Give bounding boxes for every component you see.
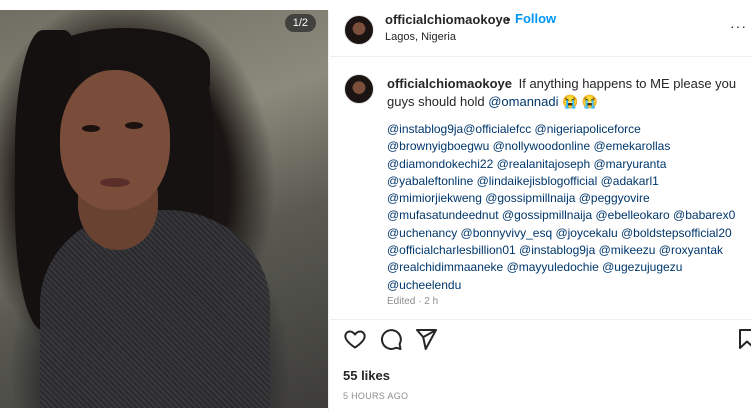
bookmark-icon[interactable] <box>735 327 751 351</box>
mention-list: @instablog9ja@officialefcc @nigeriapolic… <box>387 121 749 294</box>
separator-dot: • <box>506 12 511 27</box>
divider <box>330 319 751 320</box>
caption-text: officialchiomaokoye If anything happens … <box>387 75 747 111</box>
photo-detail <box>60 70 170 210</box>
photo-detail <box>40 210 270 408</box>
avatar[interactable] <box>344 74 374 104</box>
header-username[interactable]: officialchiomaokoye <box>385 12 510 27</box>
post-image[interactable]: 1/2 <box>0 10 328 408</box>
photo-detail <box>82 125 100 132</box>
mention-line[interactable]: @brownyigboegwu @nollywoodonline @emekar… <box>387 138 749 155</box>
caption-mention[interactable]: @omannadi <box>488 94 558 109</box>
mention-line[interactable]: @yabaleftonline @lindaikejisblogofficial… <box>387 173 749 190</box>
mention-line[interactable]: @mufasatundeednut @gossipmillnaija @ebel… <box>387 207 749 224</box>
action-bar <box>330 327 751 357</box>
likes-count[interactable]: 55 likes <box>343 368 390 383</box>
follow-button[interactable]: Follow <box>515 11 556 26</box>
caption-emoji: 😭 😭 <box>562 94 599 109</box>
divider <box>330 56 751 57</box>
edited-timestamp: Edited · 2 h <box>387 296 439 307</box>
mention-line[interactable]: @mimiorjiekweng @gossipmillnaija @peggyo… <box>387 190 749 207</box>
image-counter-badge: 1/2 <box>284 14 316 32</box>
divider <box>328 10 329 411</box>
location-link[interactable]: Lagos, Nigeria <box>385 31 456 43</box>
mention-line[interactable]: @diamondokechi22 @realanitajoseph @maryu… <box>387 156 749 173</box>
mention-line[interactable]: @uchenancy @bonnyvivy_esq @joycekalu @bo… <box>387 225 749 242</box>
mention-line[interactable]: @instablog9ja@officialefcc @nigeriapolic… <box>387 121 749 138</box>
comment-icon[interactable] <box>379 327 403 351</box>
more-options-icon[interactable]: ··· <box>730 18 747 34</box>
post-time: 5 HOURS AGO <box>343 391 409 401</box>
mention-line[interactable]: @realchidimmaaneke @mayyuledochie @ugezu… <box>387 259 749 276</box>
mention-line[interactable]: @officialcharlesbillion01 @instablog9ja … <box>387 242 749 259</box>
caption-username[interactable]: officialchiomaokoye <box>387 76 512 91</box>
share-icon[interactable] <box>414 327 438 351</box>
photo-detail <box>100 178 130 187</box>
photo-detail <box>125 122 143 129</box>
heart-icon[interactable] <box>343 327 367 351</box>
mention-line[interactable]: @ucheelendu <box>387 277 749 294</box>
avatar[interactable] <box>344 15 374 45</box>
post-header: officialchiomaokoye • Follow Lagos, Nige… <box>330 0 751 56</box>
